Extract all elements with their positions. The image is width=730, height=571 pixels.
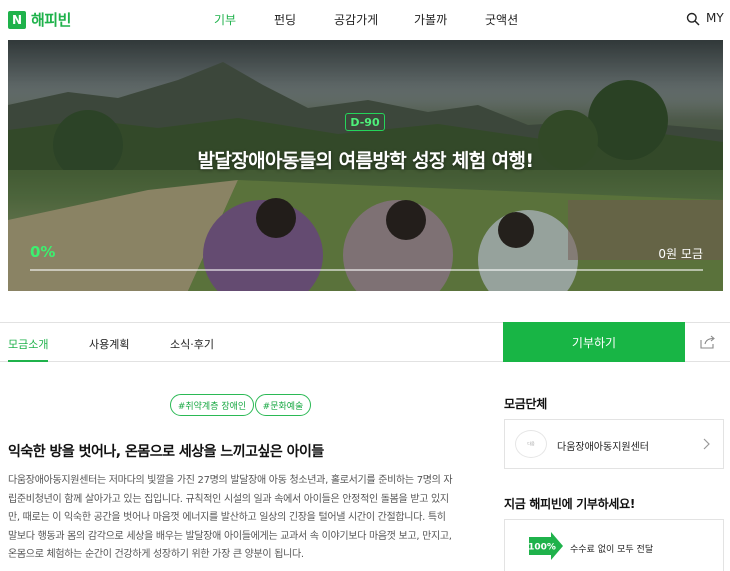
campaign-hero: D-90 발달장애아동들의 여름방학 성장 체험 여행! 0% 0원 모금 xyxy=(8,40,723,291)
body-line: 만, 때로는 이 익숙한 공간을 벗어나 마음껏 에너지를 발산하고 일상의 긴… xyxy=(8,512,446,523)
tab-plan[interactable]: 사용계획 xyxy=(89,336,129,352)
chevron-right-icon xyxy=(703,438,710,450)
logo-text: 해피빈 xyxy=(31,11,71,29)
tab-intro[interactable]: 모금소개 xyxy=(8,336,48,352)
campaign-title: 발달장애아동들의 여름방학 성장 체험 여행! xyxy=(197,150,535,172)
raised-amount: 0원 모금 xyxy=(658,247,703,261)
fee-badge-text: 100% xyxy=(529,543,556,553)
percent-arrow-icon: 100% xyxy=(529,532,563,560)
donate-button[interactable]: 기부하기 xyxy=(503,322,685,362)
body-line: 립준비청년이 함께 살아가고 있는 집입니다. 규칙적인 시설의 일과 속에서 … xyxy=(8,493,449,505)
nav-donate[interactable]: 기부 xyxy=(214,11,236,28)
logo-badge: N xyxy=(8,10,26,29)
nav-travel[interactable]: 가볼까 xyxy=(414,11,447,28)
category-tag[interactable]: #문화예술 xyxy=(255,394,311,416)
content-heading: 익숙한 방을 벗어나, 온몸으로 세상을 느끼고싶은 아이들 xyxy=(8,444,324,460)
body-line: 온몸으로 체험하는 순간이 건강하게 성장하기 위한 가장 큰 양분이 됩니다. xyxy=(8,549,304,560)
happybean-logo[interactable]: N 해피빈 xyxy=(8,9,71,30)
search-icon[interactable] xyxy=(686,12,700,26)
org-name: 다움장애아동지원센터 xyxy=(557,442,649,453)
nav-funding[interactable]: 펀딩 xyxy=(274,11,296,28)
active-tab-indicator xyxy=(8,360,48,362)
fee-info-card: 100% 수수료 없이 모두 전달 xyxy=(504,519,724,571)
nav-goodaction[interactable]: 굿액션 xyxy=(485,11,518,28)
share-icon xyxy=(699,335,715,349)
org-card[interactable]: 다움 다움장애아동지원센터 xyxy=(504,419,724,469)
tab-news[interactable]: 소식·후기 xyxy=(170,336,214,352)
donate-cta-title: 지금 해피빈에 기부하세요! xyxy=(504,497,636,511)
body-line: 다움장애아동지원센터는 저마다의 빛깔을 가진 27명의 발달장애 아동 청소년… xyxy=(8,475,453,486)
my-page-link[interactable]: MY xyxy=(706,11,724,25)
nav-shop[interactable]: 공감가게 xyxy=(334,11,378,28)
org-section-title: 모금단체 xyxy=(504,397,547,411)
content-body: 다움장애아동지원센터는 저마다의 빛깔을 가진 27명의 발달장애 아동 청소년… xyxy=(8,472,474,565)
org-logo: 다움 xyxy=(515,430,547,458)
campaign-tabs: 모금소개 사용계획 소식·후기 기부하기 xyxy=(0,322,730,362)
fee-text: 수수료 없이 모두 전달 xyxy=(570,545,654,555)
category-tag[interactable]: #취약계층 장애인 xyxy=(170,394,254,416)
top-header: N 해피빈 기부 펀딩 공감가게 가볼까 굿액션 MY xyxy=(0,0,730,40)
share-button[interactable] xyxy=(685,322,730,362)
org-logo-text: 다움 xyxy=(527,441,535,446)
body-line: 말보다 행동과 몸의 감각으로 세상을 배우는 발달장애 아이들에게는 교과서 … xyxy=(8,530,452,542)
progress-percent: 0% xyxy=(30,243,56,261)
dday-badge: D-90 xyxy=(345,113,385,131)
progress-bar xyxy=(30,269,703,271)
